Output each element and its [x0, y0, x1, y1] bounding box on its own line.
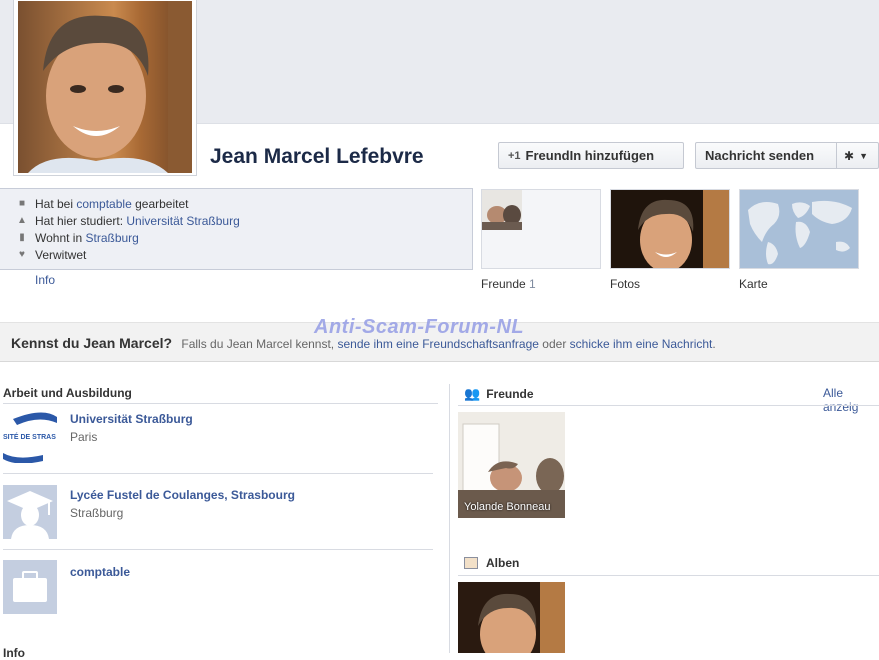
album-cover-image: [458, 582, 565, 653]
photo-thumbnail: [611, 190, 729, 268]
divider: [458, 405, 879, 406]
divider: [458, 575, 879, 576]
entry-sub-university: Paris: [70, 430, 98, 444]
world-map-thumbnail: [740, 190, 858, 268]
friends-tile-label[interactable]: Freunde 1: [481, 277, 536, 291]
column-divider: [449, 384, 450, 653]
work-placeholder-icon[interactable]: [3, 560, 57, 614]
friend-name-label: Yolande Bonneau: [464, 501, 551, 513]
live-link[interactable]: Straßburg: [85, 231, 138, 245]
info-link[interactable]: Info: [35, 273, 55, 287]
work-education-title: Arbeit und Ausbildung: [3, 386, 132, 400]
profile-picture[interactable]: [13, 0, 197, 176]
friends-count: 1: [529, 277, 536, 291]
send-message-label: Nachricht senden: [705, 148, 815, 163]
divider: [3, 403, 438, 404]
gear-icon: ✱: [844, 148, 855, 163]
school-placeholder-icon[interactable]: [3, 485, 57, 539]
profile-name: Jean Marcel Lefebvre: [210, 145, 424, 168]
watermark: Anti-Scam-Forum-NL: [314, 316, 525, 338]
briefcase-icon: ■: [18, 198, 26, 209]
friends-icon: 👥: [464, 386, 481, 401]
work-link[interactable]: comptable: [76, 197, 131, 211]
heart-icon: ♥: [19, 249, 25, 260]
add-friend-button[interactable]: +1 FreundIn hinzufügen: [498, 142, 684, 169]
info-section-title: Info: [3, 646, 25, 660]
map-tile[interactable]: [739, 189, 859, 269]
entry-title-university[interactable]: Universität Straßburg: [70, 412, 193, 426]
photos-tile[interactable]: [610, 189, 730, 269]
building-icon: ▮: [19, 232, 25, 243]
study-link[interactable]: Universität Straßburg: [126, 214, 239, 228]
status-row: ♥ Verwitwet: [16, 246, 456, 263]
friend-photo-yolande[interactable]: Yolande Bonneau: [458, 412, 565, 518]
divider: [3, 549, 433, 550]
divider: [3, 473, 433, 474]
work-row: ■ Hat bei comptable gearbeitet: [16, 195, 456, 212]
intro-box: ■ Hat bei comptable gearbeitet ▲ Hat hie…: [0, 188, 473, 270]
friends-tile[interactable]: [481, 189, 601, 269]
university-logo[interactable]: SITÉ DE STRAS: [3, 409, 57, 463]
add-friend-icon: +1: [508, 149, 521, 162]
add-friend-label: FreundIn hinzufügen: [525, 148, 655, 163]
album-icon: [464, 557, 478, 569]
album-cover[interactable]: [458, 582, 565, 653]
know-prompt-title: Kennst du Jean Marcel?: [11, 335, 173, 351]
live-row: ▮ Wohnt in Straßburg: [16, 229, 456, 246]
photos-tile-label[interactable]: Fotos: [610, 277, 640, 291]
friends-section-header: 👥 Freunde: [464, 386, 534, 401]
entry-sub-lycee: Straßburg: [70, 506, 124, 520]
chevron-down-icon: ▼: [859, 150, 868, 161]
send-message-button[interactable]: Nachricht senden: [695, 142, 837, 169]
friend-thumbnail: [482, 190, 522, 230]
send-message-link[interactable]: schicke ihm eine Nachricht: [570, 337, 713, 351]
graduation-cap-icon: ▲: [17, 215, 27, 226]
university-logo-text: SITÉ DE STRAS: [3, 432, 56, 441]
friend-request-link[interactable]: sende ihm eine Freundschaftsanfrage: [337, 337, 538, 351]
entry-title-lycee[interactable]: Lycée Fustel de Coulanges, Strasbourg: [70, 488, 295, 502]
entry-title-comptable[interactable]: comptable: [70, 565, 130, 579]
see-all-friends-link[interactable]: Alle anzeig: [823, 386, 879, 414]
study-row: ▲ Hat hier studiert: Universität Straßbu…: [17, 213, 240, 228]
map-tile-label[interactable]: Karte: [739, 277, 768, 291]
profile-photo: [18, 1, 192, 173]
settings-dropdown-button[interactable]: ✱ ▼: [836, 142, 879, 169]
albums-section-header: Alben: [464, 556, 519, 570]
